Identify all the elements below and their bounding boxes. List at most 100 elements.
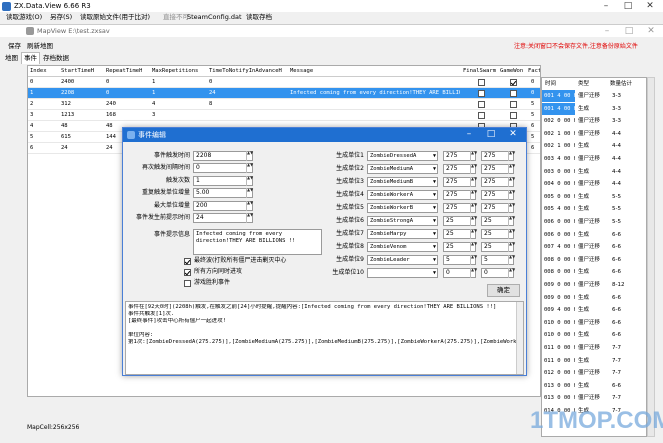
table-cell: 0 [106,79,110,85]
spinner-arrows[interactable]: ▲▼ [508,151,515,161]
message-textarea[interactable]: Infected coming from every direction!THE… [193,229,322,255]
field-input[interactable]: 24 [193,213,253,223]
spinner-arrows[interactable]: ▲▼ [246,151,253,161]
spinner-arrows[interactable]: ▲▼ [508,164,515,174]
option-checkbox[interactable] [184,269,191,276]
spinner-arrows[interactable]: ▲▼ [470,229,477,239]
table-row[interactable] [28,88,540,99]
spawn-unit-select[interactable]: ZombieMediumA ▼ [367,164,438,174]
final-swarm-checkbox[interactable] [478,101,485,108]
spawn-unit-select[interactable]: ZombieHarpy ▼ [367,229,438,239]
menu-open-original[interactable]: 读取原始文件(用于比对) [80,12,150,23]
dialog-close-button[interactable]: ✕ [502,128,524,141]
schedule-time: 009 0 00 h [544,294,575,301]
game-won-checkbox[interactable] [510,90,517,97]
spinner-arrows[interactable]: ▲▼ [508,268,515,278]
tab-save-data[interactable]: 存档数据 [43,53,69,64]
spinner-arrows[interactable]: ▲▼ [508,177,515,187]
table-row[interactable] [28,110,540,121]
menu-open-game[interactable]: 读取游戏(O) [6,12,42,23]
mapview-maximize-button[interactable]: □ [618,25,640,38]
spinner-arrows[interactable]: ▲▼ [508,216,515,226]
tab-events[interactable]: 事件 [21,52,40,64]
chevron-down-icon: ▼ [432,153,436,159]
spinner-arrows[interactable]: ▲▼ [470,242,477,252]
schedule-type: 僵尸迁移 [578,370,601,377]
spinner-arrows[interactable]: ▲▼ [508,255,515,265]
spinner-arrows[interactable]: ▲▼ [470,151,477,161]
spinner-arrows[interactable]: ▲▼ [470,164,477,174]
log-scrollbar[interactable] [516,302,523,374]
spinner-arrows[interactable]: ▲▼ [246,213,253,223]
log-line: 第1次:[ZombieDressedA(275.275)],[ZombieMed… [128,339,518,345]
dialog-maximize-button[interactable]: □ [480,128,502,141]
menu-direct[interactable]: 直接不可 [163,12,189,23]
schedule-count: 4-4 [612,143,621,150]
spawn-unit-select[interactable]: ZombieWorkerA ▼ [367,190,438,200]
spinner-arrows[interactable]: ▲▼ [508,242,515,252]
field-input[interactable]: 0 [193,163,253,174]
menu-refresh-map[interactable]: 刷新地图 [27,41,53,52]
spawn-unit-select[interactable]: ZombieWorkerB ▼ [367,203,438,213]
field-input[interactable]: 2208 [193,151,253,161]
spawn-unit-select[interactable]: ZombieStrongA ▼ [367,216,438,226]
maximize-button[interactable]: □ [617,0,639,13]
table-row[interactable] [28,99,540,110]
spinner-arrows[interactable]: ▲▼ [470,268,477,278]
game-won-checkbox[interactable] [510,112,517,119]
field-input[interactable]: 200 [193,200,253,211]
table-row[interactable] [28,77,540,88]
spinner-arrows[interactable]: ▲▼ [470,255,477,265]
schedule-scrollbar[interactable] [647,77,655,437]
dialog-minimize-button[interactable]: – [458,128,480,141]
spinner-arrows[interactable]: ▲▼ [508,203,515,213]
spinner-arrows[interactable]: ▲▼ [470,203,477,213]
menu-steam-config[interactable]: SteamConfig.dat [187,12,242,23]
schedule-type: 生成 [578,143,590,150]
spinner-arrows[interactable]: ▲▼ [508,190,515,200]
final-swarm-checkbox[interactable] [478,112,485,119]
game-won-checkbox[interactable] [510,79,517,86]
spinner-arrows[interactable]: ▲▼ [246,175,253,186]
mapview-close-button[interactable]: ✕ [640,25,662,38]
close-button[interactable]: ✕ [639,0,661,13]
minimize-button[interactable]: – [595,0,617,13]
spinner-arrows[interactable]: ▲▼ [470,190,477,200]
spawn-unit-select[interactable]: ZombieVenom ▼ [367,242,438,252]
col-notify-time: TimeToNotifyInAdvanceH [209,68,282,74]
schedule-time: 003 0 00 h [544,168,575,175]
menu-read-save[interactable]: 读取存档 [246,12,272,23]
field-input[interactable]: 1 [193,175,253,186]
spawn-label: 生成单位6 [336,217,364,224]
spinner-arrows[interactable]: ▲▼ [246,163,253,174]
schedule-time: 006 0 00 h [544,231,575,238]
spawn-unit-select[interactable]: ZombieLeader ▼ [367,255,438,265]
ok-button[interactable]: 确定 [487,284,520,297]
tab-map[interactable]: 地图 [5,53,18,64]
field-input[interactable]: 5.00 [193,188,253,199]
chevron-down-icon: ▼ [432,205,436,211]
table-cell: 4 [152,101,156,107]
spawn-unit-select[interactable]: ZombieDressedA ▼ [367,151,438,161]
summary-log[interactable]: 事件在[92天0时](2208h)触发,在触发之前[24]小时提醒,提醒内容:[… [125,301,524,375]
final-swarm-checkbox[interactable] [478,90,485,97]
schedule-type: 生成 [578,307,590,314]
spinner-arrows[interactable]: ▲▼ [470,177,477,187]
spawn-unit-select[interactable]: ▼ [367,268,438,278]
final-swarm-checkbox[interactable] [478,79,485,86]
menu-save-as[interactable]: 另存(S) [50,12,72,23]
mapview-minimize-button[interactable]: – [596,25,618,38]
spinner-arrows[interactable]: ▲▼ [508,229,515,239]
spinner-arrows[interactable]: ▲▼ [246,200,253,211]
app-icon [2,2,11,11]
game-won-checkbox[interactable] [510,101,517,108]
spinner-arrows[interactable]: ▲▼ [470,216,477,226]
option-checkbox[interactable] [184,258,191,265]
table-cell: 6 [30,145,34,151]
schedule-type: 僵尸迁移 [578,156,601,162]
option-checkbox[interactable] [184,280,191,287]
menu-save[interactable]: 保存 [8,41,21,52]
spinner-arrows[interactable]: ▲▼ [246,188,253,199]
spawn-unit-select[interactable]: ZombieMediumB ▼ [367,177,438,187]
schedule-type: 生成 [578,193,590,200]
